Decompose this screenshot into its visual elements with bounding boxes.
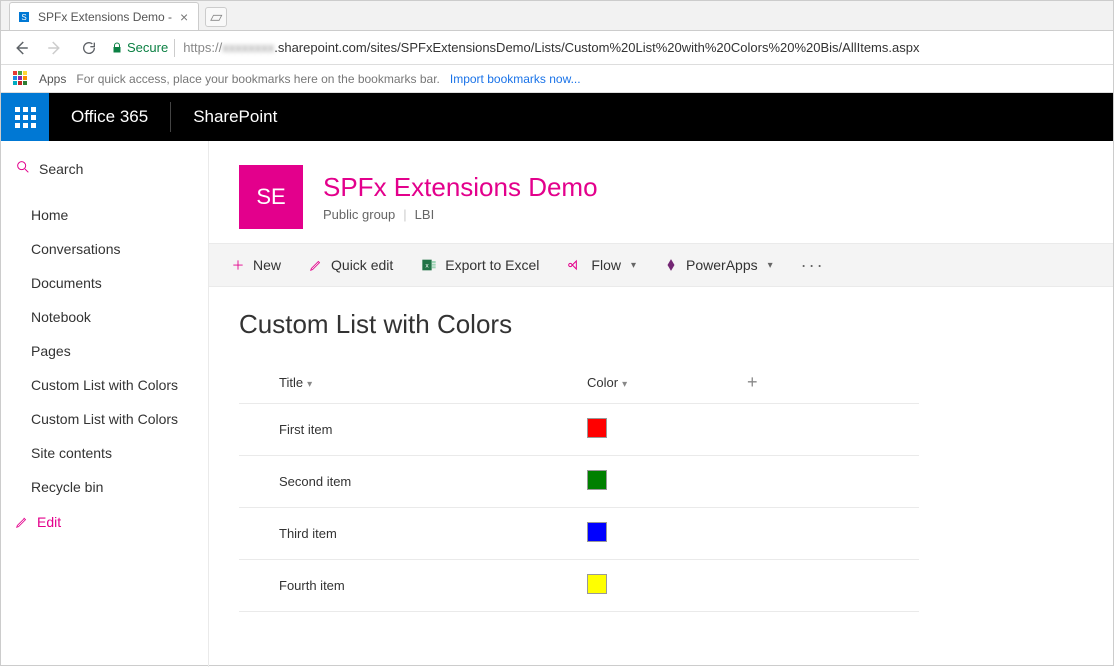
edit-label: Edit [37,514,61,530]
tab-title: SPFx Extensions Demo - [38,10,172,24]
bookmark-hint: For quick access, place your bookmarks h… [76,72,440,86]
chevron-down-icon: ▾ [768,260,773,271]
color-swatch [587,574,607,594]
nav-item[interactable]: Custom List with Colors [1,368,208,402]
cell-title: Third item [239,508,579,560]
cell-color [579,456,739,508]
cell-color [579,508,739,560]
close-tab-icon[interactable]: × [172,9,188,25]
reload-button[interactable] [77,36,101,60]
color-swatch [587,470,607,490]
nav-item[interactable]: Pages [1,334,208,368]
table-row[interactable]: Third item [239,508,919,560]
quick-edit-label: Quick edit [331,257,393,273]
table-row[interactable]: Second item [239,456,919,508]
back-button[interactable] [9,36,33,60]
table-row[interactable]: Fourth item [239,560,919,612]
cell-title: Fourth item [239,560,579,612]
edit-nav-link[interactable]: Edit [1,504,208,540]
color-swatch [587,418,607,438]
nav-item[interactable]: Conversations [1,232,208,266]
column-header-title[interactable]: Title▾ [239,362,579,404]
search-label: Search [39,161,83,177]
sharepoint-favicon-icon: S [18,10,32,24]
site-subtitle: Public group|LBI [323,207,598,222]
site-title[interactable]: SPFx Extensions Demo [323,172,598,203]
browser-tab[interactable]: S SPFx Extensions Demo - × [9,2,199,30]
apps-label[interactable]: Apps [39,72,66,86]
flow-label: Flow [591,257,621,273]
nav-item[interactable]: Custom List with Colors [1,402,208,436]
color-swatch [587,522,607,542]
app-name[interactable]: SharePoint [171,107,299,127]
pencil-icon [309,258,323,272]
reload-icon [81,40,97,56]
add-column-button[interactable]: + [739,362,919,404]
nav-item[interactable]: Site contents [1,436,208,470]
search-icon [15,159,31,178]
list-table: Title▾ Color▾ + First itemSecond itemThi… [239,362,919,612]
suite-header: Office 365 SharePoint [1,93,1113,141]
chevron-down-icon: ▾ [622,379,627,390]
forward-button[interactable] [43,36,67,60]
cell-color [579,404,739,456]
cell-title: First item [239,404,579,456]
flow-icon [567,257,583,273]
cell-title: Second item [239,456,579,508]
arrow-right-icon [46,39,64,57]
search-box[interactable]: Search [1,149,208,188]
chevron-down-icon: ▾ [631,260,636,271]
url-bar[interactable]: Secure https://xxxxxxxx.sharepoint.com/s… [111,39,1105,57]
table-row[interactable]: First item [239,404,919,456]
new-tab-button[interactable]: ▱ [205,7,227,27]
new-label: New [253,257,281,273]
export-excel-button[interactable]: x Export to Excel [421,257,539,273]
secure-label: Secure [127,40,168,55]
site-header: SE SPFx Extensions Demo Public group|LBI [209,141,1113,243]
url-text: https://xxxxxxxx.sharepoint.com/sites/SP… [183,40,919,55]
pencil-icon [15,515,29,529]
secure-indicator: Secure [111,40,168,55]
cell-color [579,560,739,612]
new-button[interactable]: New [231,257,281,273]
powerapps-icon [664,258,678,272]
plus-icon: + [747,372,758,392]
lock-icon [111,42,123,54]
export-label: Export to Excel [445,257,539,273]
left-navigation: Search HomeConversationsDocumentsNoteboo… [1,141,209,667]
app-launcher-button[interactable] [1,93,49,141]
column-header-color[interactable]: Color▾ [579,362,739,404]
content-area: SE SPFx Extensions Demo Public group|LBI… [209,141,1113,667]
more-actions-button[interactable]: ··· [801,255,825,276]
waffle-icon [15,107,36,128]
browser-tab-bar: S SPFx Extensions Demo - × ▱ [1,1,1113,31]
command-bar: New Quick edit x Export to Excel Flow ▾ … [209,243,1113,287]
nav-item[interactable]: Home [1,198,208,232]
suite-brand[interactable]: Office 365 [49,107,170,127]
powerapps-button[interactable]: PowerApps ▾ [664,257,773,273]
plus-icon [231,258,245,272]
chevron-down-icon: ▾ [307,379,312,390]
flow-button[interactable]: Flow ▾ [567,257,636,273]
nav-item[interactable]: Recycle bin [1,470,208,504]
svg-text:S: S [21,13,26,22]
quick-edit-button[interactable]: Quick edit [309,257,393,273]
arrow-left-icon [12,39,30,57]
address-bar: Secure https://xxxxxxxx.sharepoint.com/s… [1,31,1113,65]
site-logo-tile[interactable]: SE [239,165,303,229]
apps-grid-icon[interactable] [13,71,29,87]
nav-item[interactable]: Notebook [1,300,208,334]
list-title: Custom List with Colors [239,309,1083,340]
excel-icon: x [421,257,437,273]
powerapps-label: PowerApps [686,257,758,273]
bookmarks-bar: Apps For quick access, place your bookma… [1,65,1113,93]
nav-item[interactable]: Documents [1,266,208,300]
import-bookmarks-link[interactable]: Import bookmarks now... [450,72,581,86]
